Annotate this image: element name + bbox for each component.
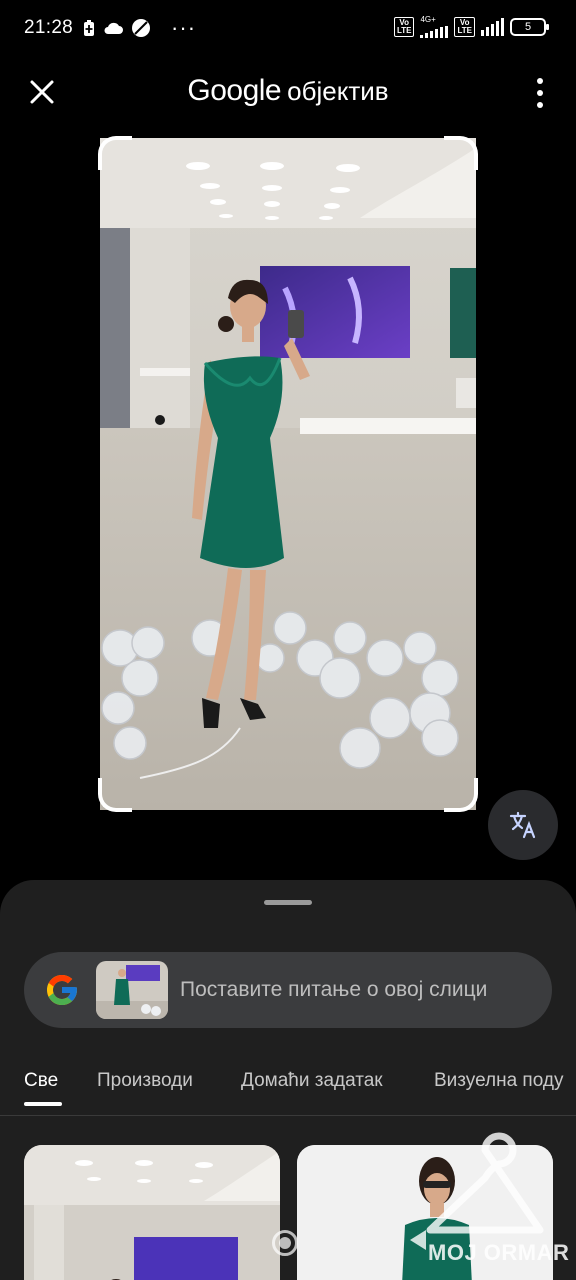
result-image <box>24 1145 280 1280</box>
google-g-icon <box>47 975 77 1005</box>
tab-visual-matches[interactable]: Визуелна поду <box>434 1070 563 1115</box>
volte-badge: Vo LTE <box>393 17 415 37</box>
drag-handle[interactable] <box>264 900 312 905</box>
more-vert-icon[interactable] <box>532 78 548 108</box>
status-bar: 21:28 ··· Vo LTE 4G+ Vo LTE 5 <box>0 0 576 56</box>
nav-home-indicator[interactable] <box>272 1230 298 1256</box>
result-tabs: Све Производи Домаћи задатак Визуелна по… <box>0 1070 576 1116</box>
tab-all[interactable]: Све <box>24 1070 58 1115</box>
search-placeholder: Поставите питање о овој слици <box>180 978 488 1001</box>
app-brand: Google <box>187 74 282 107</box>
volte-badge-2: Vo LTE <box>454 17 475 37</box>
query-thumbnail[interactable] <box>96 961 168 1019</box>
watermark-text: MOJ ORMAR <box>428 1240 570 1265</box>
searched-image[interactable] <box>100 138 476 810</box>
app-header: Google објектив <box>0 60 576 124</box>
app-subtitle: објектив <box>287 76 389 106</box>
signal-icon <box>420 26 449 38</box>
no-data-icon <box>132 19 151 37</box>
status-overflow: ··· <box>171 15 197 40</box>
crop-corner-top-left[interactable] <box>98 136 132 170</box>
status-right: Vo LTE 4G+ Vo LTE 5 <box>393 15 549 38</box>
cloud-icon <box>104 22 124 34</box>
network-indicator: 4G+ <box>420 15 449 38</box>
status-time: 21:28 <box>24 17 74 38</box>
battery-level: 5 <box>524 21 532 33</box>
thumbnail-image <box>96 961 168 1019</box>
battery-icon: 5 <box>510 18 549 36</box>
translate-button[interactable] <box>488 790 558 860</box>
search-bar[interactable]: Поставите питање о овој слици <box>24 952 552 1028</box>
battery-saver-icon <box>84 20 95 36</box>
searched-photo <box>100 138 476 810</box>
signal-icon-2 <box>481 18 504 36</box>
active-tab-indicator <box>24 1102 62 1106</box>
app-title: Google објектив <box>0 74 576 108</box>
net-type: 4G+ <box>420 15 436 24</box>
crop-corner-bottom-left[interactable] <box>98 778 132 812</box>
tab-products[interactable]: Производи <box>97 1070 193 1115</box>
tab-homework[interactable]: Домаћи задатак <box>241 1070 383 1115</box>
crop-corner-top-right[interactable] <box>444 136 478 170</box>
translate-icon <box>509 811 536 839</box>
result-card[interactable] <box>24 1145 280 1280</box>
status-left-icons: ··· <box>83 15 196 41</box>
